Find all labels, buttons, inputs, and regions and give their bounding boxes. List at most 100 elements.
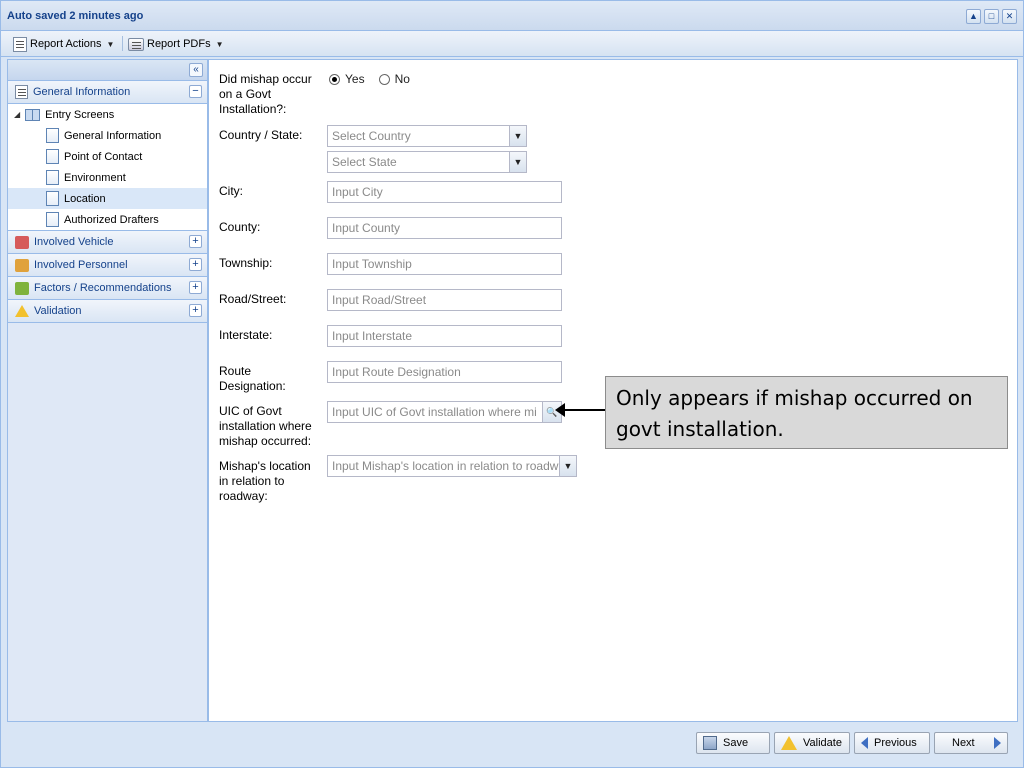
arrow-left-icon <box>861 737 868 749</box>
sidebar-item-location[interactable]: Location <box>8 188 207 209</box>
state-select-value: Select State <box>332 155 397 169</box>
close-icon[interactable]: ✕ <box>1002 9 1017 24</box>
country-state-label: Country / State: <box>219 128 303 142</box>
county-input[interactable]: Input County <box>327 217 562 239</box>
window-tools: ▲ □ ✕ <box>966 9 1017 24</box>
app-window: Auto saved 2 minutes ago ▲ □ ✕ Report Ac… <box>0 0 1024 768</box>
chevron-down-icon[interactable]: ▼ <box>559 456 576 476</box>
section-label: Validation <box>34 305 82 317</box>
sidebar-item-point-of-contact[interactable]: Point of Contact <box>8 146 207 167</box>
maximize-icon[interactable]: □ <box>984 9 999 24</box>
report-pdfs-label: Report PDFs <box>147 38 211 50</box>
township-label: Township: <box>219 256 273 270</box>
document-icon <box>46 212 59 227</box>
arrow-right-icon <box>994 737 1001 749</box>
tree-node-label: Entry Screens <box>45 108 115 121</box>
sidebar-section-involved-personnel[interactable]: Involved Personnel + <box>8 254 207 277</box>
report-actions-label: Report Actions <box>30 38 102 50</box>
collapse-section-icon[interactable]: − <box>189 85 202 98</box>
expand-section-icon[interactable]: + <box>189 281 202 294</box>
expand-section-icon[interactable]: + <box>189 258 202 271</box>
warning-icon <box>781 736 797 750</box>
chevron-down-icon[interactable]: ▼ <box>509 152 526 172</box>
vehicle-icon <box>15 235 29 249</box>
warning-icon <box>15 305 29 317</box>
report-actions-button[interactable]: Report Actions ▼ <box>13 35 114 53</box>
mishap-govt-yes-radio[interactable]: Yes <box>329 72 365 86</box>
state-select[interactable]: Select State ▼ <box>327 151 527 173</box>
radio-unselected-icon <box>378 73 390 85</box>
township-input[interactable]: Input Township <box>327 253 562 275</box>
mishap-govt-label: Did mishap occur on a Govt Installation?… <box>219 72 312 116</box>
list-icon <box>15 85 28 99</box>
next-button[interactable]: Next <box>934 732 1008 754</box>
section-label: Factors / Recommendations <box>34 282 172 294</box>
save-button[interactable]: Save <box>696 732 770 754</box>
window-title: Auto saved 2 minutes ago <box>7 10 144 22</box>
printer-icon <box>128 37 144 51</box>
section-label: Involved Personnel <box>34 259 128 271</box>
document-icon <box>46 170 59 185</box>
road-street-input[interactable]: Input Road/Street <box>327 289 562 311</box>
mishap-govt-radio-group: Yes No <box>329 72 424 86</box>
document-icon <box>46 191 59 206</box>
sidebar-item-environment[interactable]: Environment <box>8 167 207 188</box>
tree-node-entry-screens[interactable]: ◢ Entry Screens <box>8 104 207 125</box>
sidebar-item-label: Location <box>64 192 106 205</box>
toolbar-separator <box>122 36 123 51</box>
sidebar-section-factors-recommendations[interactable]: Factors / Recommendations + <box>8 277 207 300</box>
uic-label: UIC of Govt installation where mishap oc… <box>219 404 312 448</box>
uic-input[interactable]: Input UIC of Govt installation where mi … <box>327 401 562 423</box>
city-label: City: <box>219 184 243 198</box>
expand-section-icon[interactable]: + <box>189 235 202 248</box>
chevron-down-icon: ▼ <box>106 39 115 49</box>
sidebar-item-label: Authorized Drafters <box>64 213 159 226</box>
location-roadway-select[interactable]: Input Mishap's location in relation to r… <box>327 455 577 477</box>
sidebar-item-authorized-drafters[interactable]: Authorized Drafters <box>8 209 207 230</box>
sidebar-section-general-information[interactable]: General Information − <box>8 81 207 104</box>
callout-arrow-head <box>555 403 565 417</box>
city-input[interactable]: Input City <box>327 181 562 203</box>
report-pdfs-button[interactable]: Report PDFs ▼ <box>128 35 224 53</box>
road-street-label: Road/Street: <box>219 292 287 306</box>
country-select-value: Select Country <box>332 129 411 143</box>
location-roadway-label: Mishap's location in relation to roadway… <box>219 459 311 503</box>
previous-label: Previous <box>874 737 917 749</box>
radio-label: Yes <box>345 72 365 86</box>
location-roadway-value: Input Mishap's location in relation to r… <box>332 459 559 473</box>
sidebar: « General Information − ◢ Entry Screens … <box>7 59 208 722</box>
sidebar-section-involved-vehicle[interactable]: Involved Vehicle + <box>8 231 207 254</box>
expand-section-icon[interactable]: + <box>189 304 202 317</box>
sidebar-item-label: Point of Contact <box>64 150 143 163</box>
section-label: Involved Vehicle <box>34 236 114 248</box>
save-icon <box>703 736 717 750</box>
toolbar: Report Actions ▼ Report PDFs ▼ <box>1 31 1023 57</box>
collapse-sidebar-icon[interactable]: « <box>189 63 203 77</box>
sidebar-section-validation[interactable]: Validation + <box>8 300 207 323</box>
sidebar-item-general-information[interactable]: General Information <box>8 125 207 146</box>
county-label: County: <box>219 220 261 234</box>
validate-label: Validate <box>803 737 842 749</box>
puzzle-icon <box>15 281 29 295</box>
country-select[interactable]: Select Country ▼ <box>327 125 527 147</box>
document-icon <box>46 149 59 164</box>
sidebar-item-label: General Information <box>64 129 162 142</box>
radio-label: No <box>394 72 410 86</box>
entry-screens-tree: ◢ Entry Screens General Information Poin… <box>8 104 207 231</box>
report-icon <box>13 36 27 52</box>
save-label: Save <box>723 737 749 749</box>
previous-button[interactable]: Previous <box>854 732 930 754</box>
chevron-down-icon[interactable]: ▼ <box>509 126 526 146</box>
validate-button[interactable]: Validate <box>774 732 850 754</box>
route-designation-input[interactable]: Input Route Designation <box>327 361 562 383</box>
chevron-down-icon: ▼ <box>215 39 224 49</box>
interstate-input[interactable]: Input Interstate <box>327 325 562 347</box>
interstate-label: Interstate: <box>219 328 273 342</box>
expand-arrow-icon[interactable]: ◢ <box>14 110 20 119</box>
restore-icon[interactable]: ▲ <box>966 9 981 24</box>
title-bar: Auto saved 2 minutes ago ▲ □ ✕ <box>1 1 1023 31</box>
next-label: Next <box>952 737 975 749</box>
mishap-govt-no-radio[interactable]: No <box>378 72 410 86</box>
sidebar-item-label: Environment <box>64 171 126 184</box>
section-label: General Information <box>33 86 131 98</box>
